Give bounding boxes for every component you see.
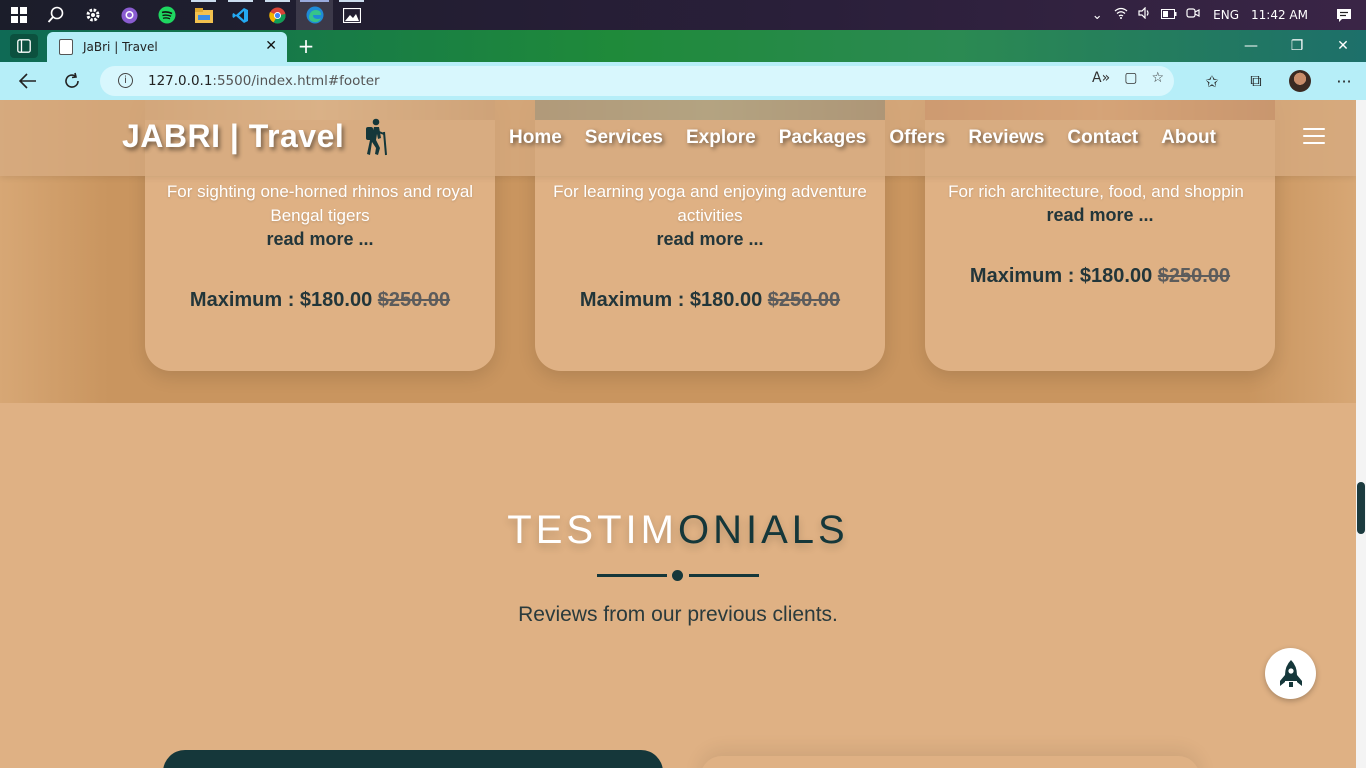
site-header: JABRI | Travel Home Services Explore Pac…: [0, 100, 1356, 176]
chevron-up-icon[interactable]: ⌄: [1085, 8, 1109, 23]
review-card: [700, 756, 1200, 768]
main-nav: Home Services Explore Packages Offers Re…: [509, 127, 1239, 149]
price-label: Maximum : $180.00: [189, 289, 373, 311]
url-path: :5500/index.html#footer: [212, 73, 380, 89]
refresh-icon[interactable]: [57, 67, 87, 95]
github-icon[interactable]: [111, 0, 148, 30]
old-price: $250.00: [1157, 265, 1231, 287]
close-window-icon[interactable]: ✕: [1320, 30, 1366, 62]
title-part-dark: ONIALS: [677, 508, 849, 552]
more-options-icon[interactable]: ···: [1322, 72, 1366, 91]
address-toolbar: i 127.0.0.1:5500/index.html#footer A» ▢ …: [0, 62, 1366, 100]
file-explorer-icon[interactable]: [185, 0, 222, 30]
package-description: For learning yoga and enjoying adventure…: [553, 182, 867, 225]
price-label: Maximum : $180.00: [579, 289, 763, 311]
package-description: For sighting one-horned rhinos and royal…: [166, 182, 474, 225]
search-icon[interactable]: [37, 0, 74, 30]
profile-avatar[interactable]: [1278, 70, 1322, 92]
site-logo[interactable]: JABRI | Travel: [122, 118, 344, 155]
page-viewport: For sighting one-horned rhinos and royal…: [0, 100, 1356, 768]
package-price: Maximum : $180.00 $250.00: [535, 289, 885, 312]
nav-offers[interactable]: Offers: [889, 127, 945, 149]
testimonials-title: TESTIMONIALS: [0, 508, 1356, 553]
chrome-icon[interactable]: [259, 0, 296, 30]
title-part-light: TESTIM: [507, 508, 678, 552]
site-info-icon[interactable]: i: [118, 73, 133, 88]
notification-icon[interactable]: [1322, 8, 1366, 23]
read-aloud-icon[interactable]: A»: [1092, 70, 1110, 86]
nav-packages[interactable]: Packages: [779, 127, 867, 149]
url-host: 127.0.0.1: [148, 73, 213, 89]
title-divider: [597, 568, 759, 582]
page-icon: [59, 39, 73, 55]
start-icon[interactable]: [0, 0, 37, 30]
nav-reviews[interactable]: Reviews: [968, 127, 1044, 149]
close-tab-icon[interactable]: ✕: [265, 38, 277, 54]
new-tab-icon[interactable]: +: [294, 33, 318, 59]
read-more-link[interactable]: read more ...: [145, 229, 495, 250]
browser-tab-strip: JaBri | Travel ✕ + — ❐ ✕: [0, 30, 1366, 62]
collections-icon[interactable]: ⧉: [1234, 71, 1278, 91]
immersive-reader-icon[interactable]: ▢: [1124, 70, 1137, 86]
nav-services[interactable]: Services: [585, 127, 663, 149]
nav-contact[interactable]: Contact: [1067, 127, 1138, 149]
review-card: [163, 750, 663, 768]
tab-actions-icon[interactable]: [10, 34, 38, 58]
nav-explore[interactable]: Explore: [686, 127, 756, 149]
wifi-icon[interactable]: [1109, 7, 1133, 23]
hiker-icon: [366, 118, 387, 156]
package-price: Maximum : $180.00 $250.00: [925, 265, 1275, 288]
edge-icon[interactable]: [296, 0, 333, 30]
nav-about[interactable]: About: [1161, 127, 1216, 149]
language-indicator[interactable]: ENG: [1213, 8, 1239, 22]
settings-icon[interactable]: [74, 0, 111, 30]
browser-tab[interactable]: JaBri | Travel ✕: [47, 32, 287, 62]
photos-icon[interactable]: [333, 0, 370, 30]
page-scrollbar[interactable]: [1356, 100, 1366, 768]
scrollbar-thumb[interactable]: [1357, 482, 1365, 534]
volume-icon[interactable]: [1133, 6, 1157, 23]
minimize-icon[interactable]: —: [1228, 30, 1274, 62]
old-price: $250.00: [377, 289, 451, 311]
clock[interactable]: 11:42 AM: [1251, 8, 1308, 22]
tab-title: JaBri | Travel: [83, 40, 158, 54]
meet-now-icon[interactable]: [1181, 7, 1205, 23]
old-price: $250.00: [767, 289, 841, 311]
rocket-icon: [1279, 659, 1302, 687]
read-more-link[interactable]: read more ...: [535, 229, 885, 250]
hamburger-menu-icon[interactable]: [1303, 128, 1325, 146]
read-more-link[interactable]: read more ...: [925, 205, 1275, 226]
taskbar: ⌄ ENG 11:42 AM: [0, 0, 1366, 30]
battery-icon[interactable]: [1157, 8, 1181, 23]
back-icon[interactable]: [13, 67, 43, 95]
vscode-icon[interactable]: [222, 0, 259, 30]
price-label: Maximum : $180.00: [969, 265, 1153, 287]
spotify-icon[interactable]: [148, 0, 185, 30]
avatar: [1289, 70, 1311, 92]
add-favorite-icon[interactable]: ☆: [1151, 70, 1164, 86]
url-bar[interactable]: i 127.0.0.1:5500/index.html#footer A» ▢ …: [100, 66, 1174, 96]
favorites-icon[interactable]: ✩: [1190, 72, 1234, 91]
restore-icon[interactable]: ❐: [1274, 30, 1320, 62]
nav-home[interactable]: Home: [509, 127, 562, 149]
package-description: For rich architecture, food, and shoppin: [948, 182, 1244, 201]
scroll-to-top-button[interactable]: [1265, 648, 1316, 699]
package-price: Maximum : $180.00 $250.00: [145, 289, 495, 312]
testimonials-subtitle: Reviews from our previous clients.: [518, 603, 838, 626]
